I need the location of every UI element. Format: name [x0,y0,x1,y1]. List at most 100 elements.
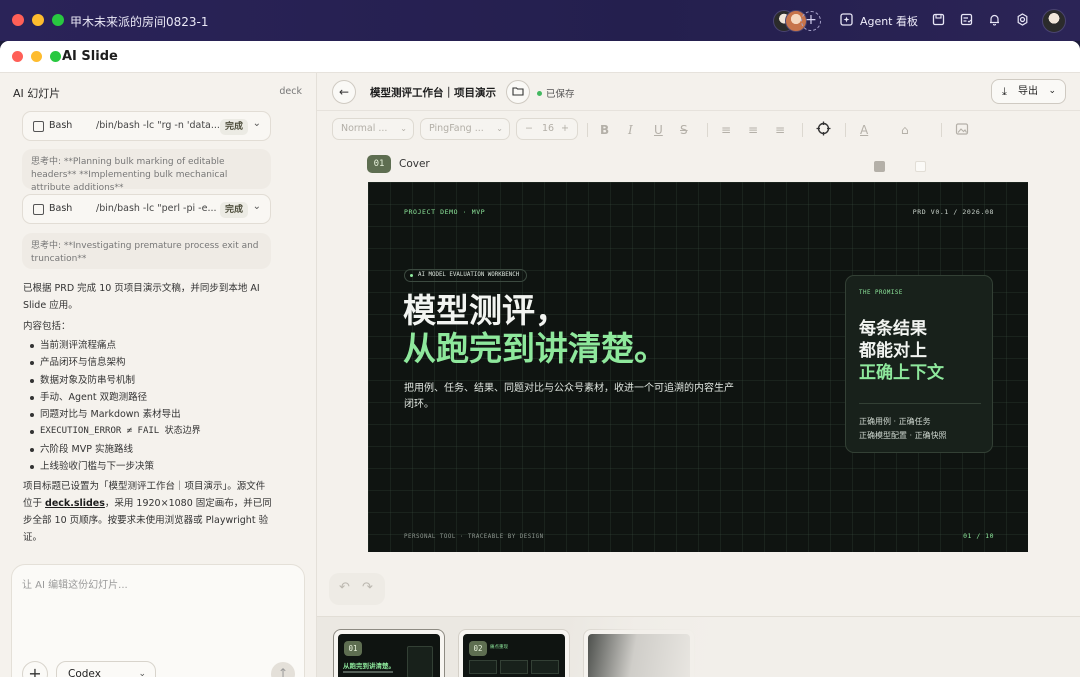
slide-thumbnail[interactable]: 01 从跑完到讲清楚。 [333,629,445,677]
italic-icon[interactable]: I [628,123,633,137]
toolbar-divider [587,123,588,137]
list-item: EXECUTION_ERROR ≠ FAIL 状态边界 [23,423,273,440]
deck-file-link[interactable]: deck.slides [45,498,105,509]
composer-input[interactable]: 让 AI 编辑这份幻灯片... [22,576,128,591]
subtitle-pill[interactable]: AI MODEL EVALUATION WORKBENCH [404,269,528,282]
chevron-down-icon[interactable]: ⌄ [253,118,261,129]
slide-page-number[interactable]: 01 / 10 [963,532,994,540]
align-right-icon[interactable]: ≡ [775,123,785,137]
window-title-bar: AI Slide [0,41,1080,73]
card-footer[interactable]: 正确用例 · 正确任务 正确模型配置 · 正确快照 [859,415,947,443]
card-heading[interactable]: 每条结果 都能对上 正确上下文 [859,318,944,384]
thumbnail-number: 02 [469,641,487,656]
card-footer-line: 正确模型配置 · 正确快照 [859,431,947,440]
version-tag[interactable]: PRD V0.1 / 2026.08 [913,208,994,216]
user-avatar[interactable] [1042,9,1066,33]
slide-name[interactable]: Cover [399,158,430,170]
align-center-icon[interactable]: ≡ [748,123,758,137]
gear-icon[interactable] [1014,13,1030,29]
close-window-button[interactable] [12,14,24,26]
close-button[interactable] [12,51,23,62]
tool-call-card[interactable]: Bash /bin/bash -lc "perl -pi -e... 完成 ⌄ [22,194,271,224]
font-family-value: PingFang ... [429,123,484,134]
project-tag[interactable]: PROJECT DEMO · MVP [404,208,485,216]
chevron-down-icon: ⌄ [400,124,407,133]
editor-panel: ← 模型测评工作台｜项目演示 已保存 ⤓ 导出 ⌄ Normal ... ⌄ Pi… [317,73,1080,677]
export-label: 导出 [1018,86,1038,97]
list-item: 产品闭环与信息架构 [23,354,273,371]
font-size-stepper[interactable]: − 16 + [516,118,578,140]
align-left-icon[interactable]: ≡ [721,123,731,137]
thinking-block: 思考中: **Planning bulk marking of editable… [22,149,271,193]
underline-icon[interactable]: U [654,123,663,137]
back-button[interactable]: ← [332,80,356,104]
headline-line-1[interactable]: 模型测评， [403,292,568,330]
slide-description[interactable]: 把用例、任务、结果、同题对比与公众号素材，收进一个可追溯的内容生产闭环。 [404,381,734,413]
save-disk-icon[interactable] [930,13,946,29]
highlight-icon[interactable]: ⌂ [901,123,909,137]
zoom-button[interactable] [50,51,61,62]
content-list: 当前测评流程痛点 产品闭环与信息架构 数据对象及防串号机制 手动、Agent 双… [23,337,273,475]
model-select[interactable]: Codex ⌄ [56,661,156,677]
send-button[interactable]: ↑ [271,662,295,677]
toolbar-divider [707,123,708,137]
card-footer-line: 正确用例 · 正确任务 [859,417,931,426]
export-button[interactable]: ⤓ 导出 ⌄ [991,79,1066,104]
slide-thumbnail[interactable]: 02 痛点重现 [458,629,570,677]
save-status: 已保存 [537,86,575,100]
terminal-icon [33,121,44,132]
window-controls [12,51,61,62]
minimize-button[interactable] [31,51,42,62]
redo-icon[interactable]: ↷ [362,580,373,595]
headline-line-2[interactable]: 从跑完到讲清楚。 [403,330,667,368]
card-kicker[interactable]: THE PROMISE [859,290,903,296]
attach-button[interactable]: + [22,661,48,677]
paragraph-style-select[interactable]: Normal ... ⌄ [332,118,414,140]
agent-kanban-label: Agent 看板 [859,15,918,28]
slide-canvas[interactable]: PROJECT DEMO · MVP PRD V0.1 / 2026.08 AI… [368,182,1028,552]
download-icon: ⤓ [1002,85,1007,98]
minimize-window-button[interactable] [32,14,44,26]
image-icon[interactable] [955,122,969,139]
thumbnail-card [407,646,433,677]
font-family-select[interactable]: PingFang ... ⌄ [420,118,510,140]
paragraph-style-value: Normal ... [341,123,388,134]
thumbnail-number: 01 [344,641,362,656]
strikethrough-icon[interactable]: S [680,123,688,137]
chevron-down-icon[interactable]: ⌄ [253,201,261,212]
tool-call-card[interactable]: Bash /bin/bash -lc "rg -n 'data... 完成 ⌄ [22,111,271,141]
bell-icon[interactable] [986,13,1002,29]
zoom-window-button[interactable] [52,14,64,26]
decrease-size-button[interactable]: − [525,119,533,139]
outer-toolbar: + Agent 看板 [772,9,1066,33]
agent-kanban-button[interactable]: Agent 看板 [833,13,918,29]
thinking-block: 思考中: **Investigating premature process e… [22,233,271,269]
thumbnail-fade [567,617,1080,677]
document-title[interactable]: 模型测评工作台｜项目演示 [370,85,496,100]
editor-header: ← 模型测评工作台｜项目演示 已保存 ⤓ 导出 ⌄ [317,73,1080,111]
slide-footer-left[interactable]: PERSONAL TOOL · TRACEABLE BY DESIGN [404,534,544,540]
tool-command: /bin/bash -lc "perl -pi -e... [96,203,217,214]
increase-size-button[interactable]: + [561,119,569,139]
undo-icon[interactable]: ↶ [339,580,350,595]
ai-slide-window: AI Slide AI 幻灯片 deck Bash /bin/bash -lc … [0,41,1080,677]
card-heading-line: 正确上下文 [859,363,944,383]
text-color-swatch[interactable] [874,161,885,172]
bold-icon[interactable]: B [600,123,609,137]
thumbnail-card [500,660,528,674]
sparkle-board-icon [839,13,855,29]
add-member-button[interactable]: + [800,11,821,31]
list-item: 手动、Agent 双跑测路径 [23,389,273,406]
promise-card[interactable]: THE PROMISE 每条结果 都能对上 正确上下文 正确用例 · 正确任务 … [845,275,993,453]
folder-button[interactable] [506,80,530,104]
checklist-icon[interactable] [958,13,974,29]
folder-icon [512,87,524,96]
thumbnail-card [469,660,497,674]
member-avatars: + [772,10,821,32]
target-icon[interactable] [816,121,831,139]
content-heading: 内容包括： [23,321,71,332]
status-badge: 完成 [220,119,249,135]
thumbnail-title: 痛点重现 [490,645,508,650]
text-color-icon[interactable]: A [860,123,868,137]
highlight-color-swatch[interactable] [915,161,926,172]
